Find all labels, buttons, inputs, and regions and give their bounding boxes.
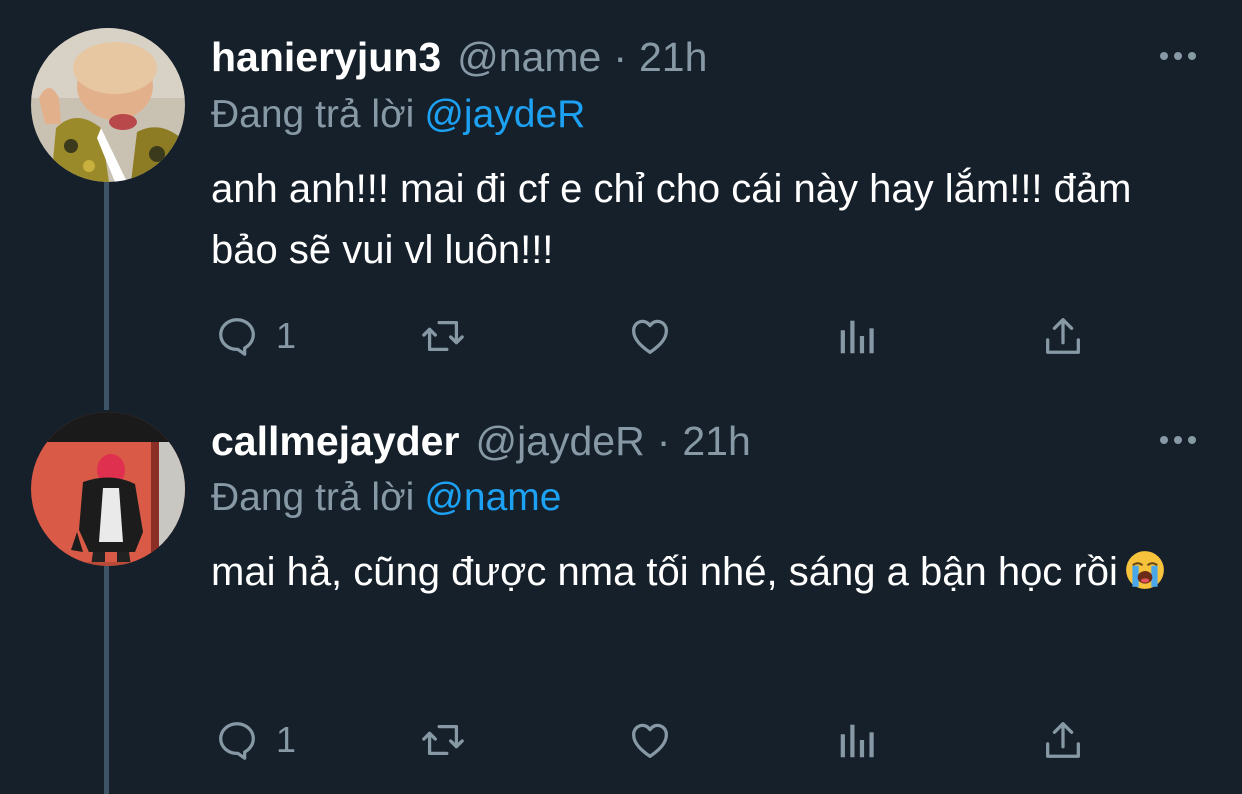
reply-button[interactable]: 1	[214, 712, 296, 768]
tweet-text: mai hả, cũng được nma tối nhé, sáng a bậ…	[211, 542, 1171, 603]
share-icon	[1046, 722, 1080, 758]
like-button[interactable]	[627, 712, 673, 768]
timestamp[interactable]: 21h	[639, 32, 707, 82]
analytics-icon	[840, 724, 874, 758]
reply-icon	[219, 318, 255, 356]
tweet-text-content: mai hả, cũng được nma tối nhé, sáng a bậ…	[211, 550, 1118, 594]
reply-count: 1	[276, 719, 297, 760]
user-handle[interactable]: @jaydeR	[475, 416, 644, 466]
replying-to: Đang trả lời @name	[211, 474, 561, 522]
more-icon	[1160, 436, 1196, 444]
like-button[interactable]	[627, 308, 673, 364]
display-name[interactable]: callmejayder	[211, 416, 459, 466]
avatar-photo	[31, 28, 185, 182]
share-icon	[1046, 318, 1080, 354]
reply-icon	[219, 722, 255, 760]
reply-thread: hanieryjun3 @name · 21h Đang trả lời @jay…	[0, 0, 1242, 794]
retweet-button[interactable]	[420, 712, 466, 768]
tweet-header: hanieryjun3 @name · 21h	[211, 32, 707, 82]
tweet-header: callmejayder @jaydeR · 21h	[211, 416, 751, 466]
more-icon	[1160, 52, 1196, 60]
reply-count: 1	[276, 315, 297, 356]
like-icon	[632, 319, 668, 354]
share-button[interactable]	[1040, 308, 1086, 364]
separator-dot: ·	[613, 34, 627, 80]
display-name[interactable]: hanieryjun3	[211, 32, 441, 82]
user-handle[interactable]: @name	[457, 32, 601, 82]
analytics-button[interactable]	[834, 308, 880, 364]
mention-link[interactable]: @name	[424, 476, 561, 519]
tweet[interactable]: hanieryjun3 @name · 21h Đang trả lời @jay…	[0, 0, 1242, 390]
mention-link[interactable]: @jaydeR	[424, 93, 585, 136]
tweet-actions: 1	[0, 712, 1242, 768]
analytics-button[interactable]	[834, 712, 880, 768]
avatar-photo	[31, 412, 185, 566]
share-button[interactable]	[1040, 712, 1086, 768]
loudly-crying-face-icon	[1125, 551, 1164, 589]
tweet-text: anh anh!!! mai đi cf e chỉ cho cái này h…	[211, 159, 1201, 281]
tweet[interactable]: callmejayder @jaydeR · 21h Đang trả lời @…	[0, 390, 1242, 794]
avatar[interactable]	[31, 28, 185, 182]
retweet-button[interactable]	[420, 308, 466, 364]
tweet-text-content: anh anh!!! mai đi cf e chỉ cho cái này h…	[211, 167, 1132, 272]
timestamp[interactable]: 21h	[682, 416, 750, 466]
more-options-button[interactable]	[1158, 430, 1198, 450]
more-options-button[interactable]	[1158, 46, 1198, 66]
like-icon	[632, 723, 668, 758]
separator-dot: ·	[656, 418, 671, 464]
tweet-actions: 1	[0, 308, 1242, 364]
replying-to: Đang trả lời @jaydeR	[211, 91, 585, 139]
replying-to-label: Đang trả lời	[211, 476, 415, 519]
replying-to-label: Đang trả lời	[211, 93, 415, 136]
retweet-icon	[422, 724, 464, 756]
avatar[interactable]	[31, 412, 185, 566]
retweet-icon	[422, 320, 464, 352]
analytics-icon	[840, 320, 874, 354]
reply-button[interactable]: 1	[214, 308, 296, 364]
